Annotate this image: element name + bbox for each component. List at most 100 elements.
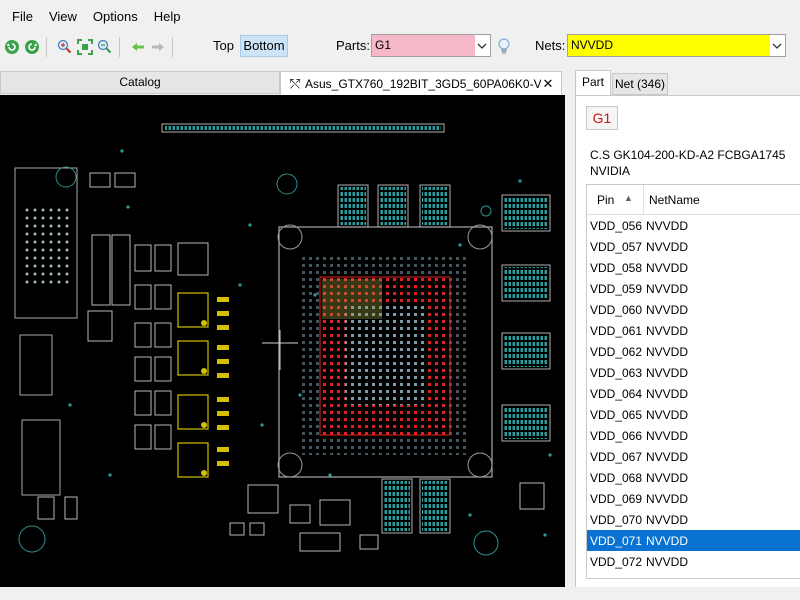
- pin-table[interactable]: Pin ▲ NetName VDD_056 NVVDD VDD_057 NVVDD VDD…: [586, 184, 800, 579]
- netname-cell: NVVDD: [646, 365, 689, 380]
- table-row[interactable]: VDD_071 NVVDD: [587, 530, 800, 551]
- table-row[interactable]: VDD_063 NVVDD: [587, 362, 800, 383]
- table-row[interactable]: VDD_066 NVVDD: [587, 425, 800, 446]
- column-header-netname[interactable]: NetName: [644, 193, 700, 207]
- table-row[interactable]: VDD_061 NVVDD: [587, 320, 800, 341]
- lightbulb-icon[interactable]: [496, 37, 512, 55]
- pin-cell: VDD_064: [590, 386, 643, 401]
- table-row[interactable]: VDD_067 NVVDD: [587, 446, 800, 467]
- nets-label: Nets:: [535, 38, 566, 53]
- tab-board-file-label: Asus_GTX760_192BIT_3GD5_60PA06K0-V...: [305, 76, 541, 91]
- parts-input[interactable]: G1: [372, 35, 475, 56]
- pin-cell: VDD_063: [590, 365, 643, 380]
- table-row[interactable]: VDD_073NVVDD: [587, 572, 800, 579]
- menu-options[interactable]: Options: [85, 9, 146, 24]
- pin-cell: VDD_070: [590, 512, 643, 527]
- netname-cell: NVVDD: [646, 428, 689, 443]
- menu-file[interactable]: File: [4, 9, 41, 24]
- parts-combobox[interactable]: G1: [371, 34, 491, 57]
- parts-label: Parts:: [336, 38, 370, 53]
- tab-net[interactable]: Net (346): [612, 73, 668, 95]
- netname-cell: NVVDD: [646, 281, 689, 296]
- pin-cell: VDD_072: [590, 554, 643, 569]
- pin-cell: VDD_065: [590, 407, 643, 422]
- netname-cell: NVVDD: [646, 323, 689, 338]
- table-row[interactable]: VDD_068 NVVDD: [587, 467, 800, 488]
- pin-table-body: VDD_056 NVVDD VDD_057 NVVDD VDD_058 NVVDD VDD_…: [587, 215, 800, 579]
- arrow-right-icon[interactable]: [150, 39, 166, 55]
- pin-cell: VDD_056: [590, 218, 643, 233]
- part-description: C.S GK104-200-KD-A2 FCBGA1745: [590, 148, 786, 162]
- pin-cell: VDD_066: [590, 428, 643, 443]
- netname-cell: NVVDD: [646, 470, 689, 485]
- netname-cell: NVVDD: [646, 491, 689, 506]
- pin-cell: VDD_069: [590, 491, 643, 506]
- table-row[interactable]: VDD_065 NVVDD: [587, 404, 800, 425]
- pin-cell: VDD_062: [590, 344, 643, 359]
- table-row[interactable]: VDD_056 NVVDD: [587, 215, 800, 236]
- pin-table-header: Pin ▲ NetName: [587, 185, 800, 215]
- zoom-in-icon[interactable]: [57, 39, 73, 55]
- status-bar: [0, 587, 800, 600]
- pcb-layout-drawing: [14, 123, 552, 556]
- netname-cell: NVVDD: [646, 386, 689, 401]
- rotate-left-icon[interactable]: [4, 39, 20, 55]
- fit-screen-icon[interactable]: [77, 39, 93, 55]
- top-side-button[interactable]: Top: [213, 38, 234, 53]
- menu-help[interactable]: Help: [146, 9, 189, 24]
- netname-cell: NVVDD: [646, 533, 689, 548]
- pin-cell: VDD_073: [587, 576, 644, 579]
- table-row[interactable]: VDD_064 NVVDD: [587, 383, 800, 404]
- zoom-out-icon[interactable]: [97, 39, 113, 55]
- netname-cell: NVVDD: [646, 302, 689, 317]
- column-header-pin[interactable]: Pin ▲: [587, 193, 637, 207]
- toolbar-separator: [46, 37, 47, 57]
- pin-cell: VDD_057: [590, 239, 643, 254]
- pin-tab-icon[interactable]: ⤲: [285, 76, 305, 92]
- tab-board-file[interactable]: ⤲ Asus_GTX760_192BIT_3GD5_60PA06K0-V... …: [280, 71, 562, 95]
- table-row[interactable]: VDD_059 NVVDD: [587, 278, 800, 299]
- table-row[interactable]: VDD_069 NVVDD: [587, 488, 800, 509]
- part-manufacturer: NVIDIA: [590, 164, 631, 178]
- nets-input[interactable]: NVVDD: [568, 35, 770, 56]
- tab-part[interactable]: Part: [575, 70, 611, 95]
- pin-cell: VDD_059: [590, 281, 643, 296]
- pin-cell: VDD_068: [590, 470, 643, 485]
- table-row[interactable]: VDD_060 NVVDD: [587, 299, 800, 320]
- pin-cell: VDD_067: [590, 449, 643, 464]
- table-row[interactable]: VDD_070 NVVDD: [587, 509, 800, 530]
- table-row[interactable]: VDD_057 NVVDD: [587, 236, 800, 257]
- arrow-left-icon[interactable]: [130, 39, 146, 55]
- pin-cell: VDD_071: [590, 533, 643, 548]
- nets-combobox[interactable]: NVVDD: [567, 34, 786, 57]
- toolbar-separator: [119, 37, 120, 57]
- part-details-panel: G1 C.S GK104-200-KD-A2 FCBGA1745 NVIDIA …: [575, 95, 800, 587]
- netname-cell: NVVDD: [646, 344, 689, 359]
- pin-cell: VDD_061: [590, 323, 643, 338]
- close-icon[interactable]: ✕: [541, 76, 555, 92]
- bottom-side-button[interactable]: Bottom: [240, 35, 288, 57]
- table-row[interactable]: VDD_072 NVVDD: [587, 551, 800, 572]
- rotate-right-icon[interactable]: [24, 39, 40, 55]
- netname-cell: NVVDD: [646, 554, 689, 569]
- tab-catalog[interactable]: Catalog: [0, 71, 280, 94]
- netname-cell: NVVDD: [646, 512, 689, 527]
- netname-cell: NVVDD: [646, 407, 689, 422]
- menu-view[interactable]: View: [41, 9, 85, 24]
- netname-cell: NVVDD: [646, 260, 689, 275]
- pin-cell: VDD_060: [590, 302, 643, 317]
- chevron-down-icon[interactable]: [474, 35, 490, 56]
- pin-cell: VDD_058: [590, 260, 643, 275]
- netname-cell: NVVDD: [646, 449, 689, 464]
- pcb-board-view[interactable]: [0, 95, 565, 587]
- toolbar-separator: [172, 37, 173, 57]
- part-name-badge: G1: [586, 106, 618, 130]
- sort-ascending-icon: ▲: [624, 192, 633, 203]
- table-row[interactable]: VDD_062 NVVDD: [587, 341, 800, 362]
- chevron-down-icon[interactable]: [769, 35, 785, 56]
- netname-cell: NVVDD: [646, 218, 689, 233]
- menu-bar: File View Options Help: [0, 0, 800, 32]
- netname-cell: NVVDD: [644, 576, 688, 579]
- table-row[interactable]: VDD_058 NVVDD: [587, 257, 800, 278]
- netname-cell: NVVDD: [646, 239, 689, 254]
